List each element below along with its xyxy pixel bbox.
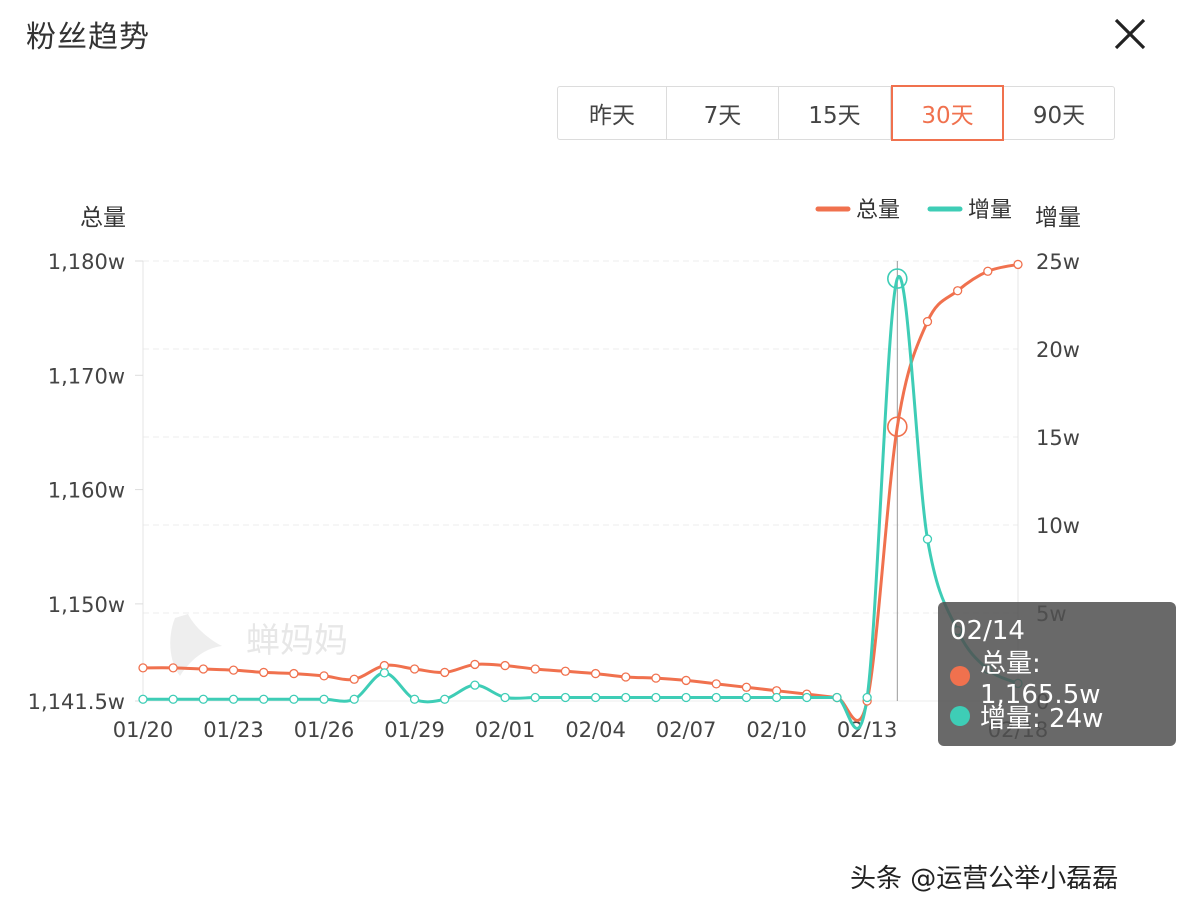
data-point (621, 672, 631, 682)
data-point (711, 679, 721, 689)
data-point (560, 692, 571, 703)
left-axis-title: 总量 (80, 205, 126, 231)
data-point (228, 694, 239, 704)
data-point (470, 680, 480, 690)
data-point (741, 692, 752, 703)
data-point (349, 694, 359, 704)
x-tick-label: 02/13 (837, 718, 898, 742)
x-tick-label: 02/10 (746, 718, 807, 742)
data-point (198, 664, 208, 674)
data-point (530, 664, 540, 674)
data-point (590, 692, 601, 703)
left-tick-label: 1,180w (48, 250, 125, 274)
data-point (319, 694, 329, 704)
data-point (771, 692, 782, 703)
x-tick-label: 01/20 (113, 718, 174, 742)
data-point (289, 694, 299, 704)
right-tick-label: 10w (1036, 514, 1080, 538)
data-point (138, 663, 148, 673)
data-point (409, 664, 420, 674)
data-point (651, 673, 661, 683)
data-point (289, 668, 299, 679)
legend-label: 增量 (968, 198, 1012, 223)
tooltip-total-dot (950, 666, 970, 686)
data-point (138, 694, 148, 704)
data-point (228, 665, 239, 675)
data-point (590, 668, 601, 679)
data-point (711, 692, 721, 703)
data-point (681, 692, 691, 703)
right-tick-label: 20w (1036, 338, 1080, 362)
data-point (651, 692, 661, 703)
tooltip-date: 02/14 (950, 616, 1025, 646)
data-point (198, 694, 208, 704)
right-axis-title: 增量 (1035, 205, 1081, 231)
chart-tooltip: 02/14 总量: 1,165.5w 增量: 24w (938, 602, 1176, 746)
data-point (319, 671, 329, 681)
data-point (440, 667, 450, 678)
tooltip-increase-label: 增量: 24w (980, 703, 1104, 734)
x-tick-label: 02/07 (656, 718, 717, 742)
data-point (922, 316, 933, 327)
x-tick-label: 01/29 (384, 718, 445, 742)
watermark: 蝉妈妈 (170, 614, 348, 676)
x-tick-label: 01/23 (203, 718, 264, 742)
right-tick-label: 15w (1036, 426, 1080, 450)
data-point (379, 668, 390, 678)
left-tick-label: 1,141.5w (28, 690, 125, 714)
data-point (922, 534, 933, 544)
x-tick-label: 01/26 (294, 718, 355, 742)
data-point (1013, 259, 1023, 270)
x-tick-label: 02/01 (475, 718, 536, 742)
x-tick-label: 02/04 (565, 718, 626, 742)
data-point (500, 660, 510, 671)
data-point (802, 692, 812, 703)
data-point (621, 692, 631, 703)
watermark-text: 蝉妈妈 (246, 621, 348, 661)
data-point (530, 692, 540, 703)
footer-credit: 头条 @运营公举小磊磊 (850, 864, 1119, 894)
data-point (741, 682, 752, 692)
data-point (440, 694, 450, 704)
fans-trend-chart: 蝉妈妈 1,141.5w1,150w1,160w1,170w1,180w05w1… (28, 198, 1081, 742)
data-point (560, 666, 571, 676)
right-tick-label: 25w (1036, 250, 1080, 274)
data-point (953, 286, 963, 296)
chart-legend: 总量 增量 (815, 198, 1012, 223)
tooltip-increase-dot (950, 706, 970, 726)
left-tick-label: 1,160w (48, 479, 125, 503)
tooltip-row-total: 总量: 1,165.5w (950, 649, 1164, 710)
data-point (259, 667, 269, 678)
data-point (862, 692, 872, 703)
data-point (681, 675, 691, 686)
data-point (409, 694, 420, 704)
data-point (500, 692, 510, 703)
data-point (832, 692, 842, 703)
data-point (168, 694, 178, 704)
data-point (349, 674, 359, 684)
data-point (168, 663, 178, 673)
left-tick-label: 1,170w (48, 364, 125, 388)
data-point (470, 659, 480, 670)
left-tick-label: 1,150w (48, 593, 125, 617)
data-point (983, 266, 993, 276)
data-point (259, 694, 269, 704)
legend-label: 总量 (856, 198, 900, 223)
